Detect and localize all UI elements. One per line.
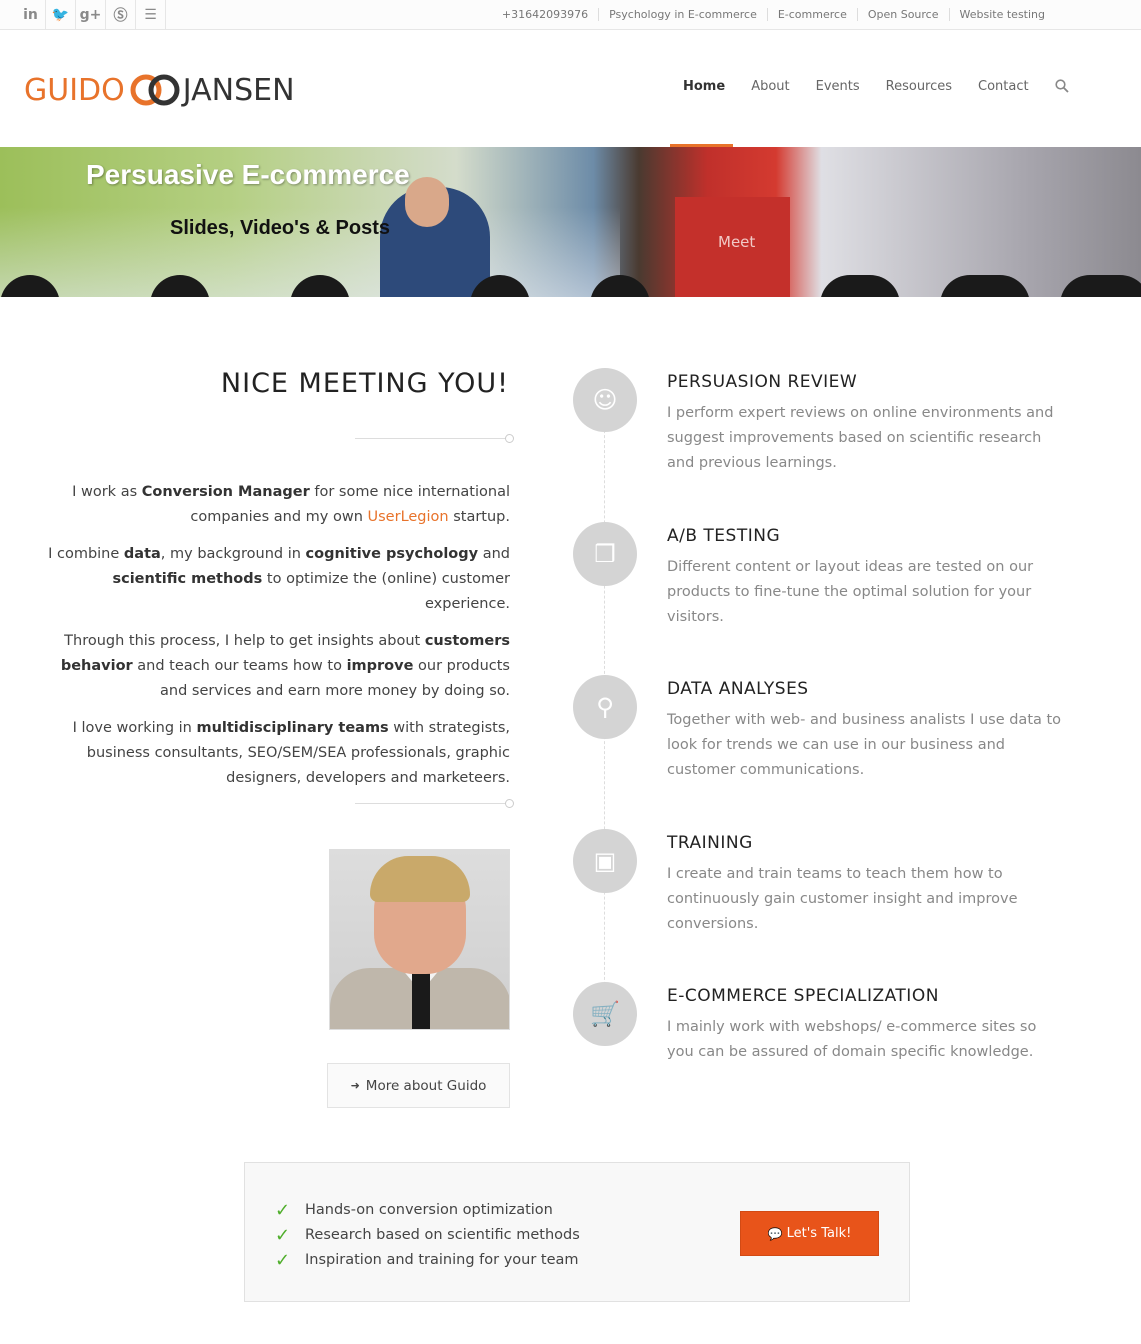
nav-about[interactable]: About bbox=[738, 79, 802, 97]
social-links: in 🐦 g+ Ⓢ ☰ bbox=[16, 0, 166, 29]
intro-paragraph-2: I combine data, my background in cogniti… bbox=[48, 546, 510, 612]
presentation-icon: ▣ bbox=[573, 829, 637, 893]
intro-paragraph-1: I work as Conversion Manager for some ni… bbox=[72, 484, 510, 525]
linkedin-icon[interactable]: in bbox=[16, 0, 46, 29]
checkmark-icon: ✓ bbox=[275, 1250, 291, 1271]
checkmark-icon: ✓ bbox=[275, 1200, 291, 1221]
intro-text: I work as Conversion Manager for some ni… bbox=[40, 480, 510, 803]
lets-talk-label: Let's Talk! bbox=[786, 1226, 852, 1241]
feature-title: TRAINING bbox=[667, 833, 753, 853]
top-links: +31642093976 Psychology in E-commerce E-… bbox=[492, 8, 1055, 21]
banner-title: Persuasive E-commerce bbox=[86, 159, 410, 190]
feature-text: I create and train teams to teach them h… bbox=[667, 866, 1018, 932]
feature-text: Different content or layout ideas are te… bbox=[667, 559, 1034, 625]
list-item: ✓ Research based on scientific methods bbox=[275, 1225, 580, 1246]
separator bbox=[355, 799, 514, 808]
feature-title: PERSUASION REVIEW bbox=[667, 372, 858, 392]
list-item: ✓ Inspiration and training for your team bbox=[275, 1250, 579, 1271]
logo-text-right: JANSEN bbox=[182, 72, 295, 108]
analytics-icon: ⚲ bbox=[573, 675, 637, 739]
top-bar: in 🐦 g+ Ⓢ ☰ +31642093976 Psychology in E… bbox=[0, 0, 1141, 30]
nav-resources[interactable]: Resources bbox=[873, 79, 965, 97]
intro-paragraph-4: I love working in multidisciplinary team… bbox=[72, 720, 510, 786]
phone-number: +31642093976 bbox=[501, 8, 589, 21]
separator bbox=[355, 434, 514, 443]
logo-mark-icon bbox=[130, 74, 180, 106]
more-about-label: More about Guido bbox=[365, 1077, 487, 1094]
rss-icon[interactable]: ☰ bbox=[136, 0, 166, 29]
feature-title: A/B TESTING bbox=[667, 526, 781, 546]
toplink-website-testing[interactable]: Website testing bbox=[948, 8, 1055, 21]
search-icon[interactable] bbox=[1042, 79, 1082, 97]
userlegion-link[interactable]: UserLegion bbox=[368, 509, 449, 525]
nav-contact[interactable]: Contact bbox=[965, 79, 1042, 97]
logo-text-left: GUIDO bbox=[24, 72, 125, 108]
benefits-list: ✓ Hands-on conversion optimization ✓ Resea… bbox=[275, 1198, 580, 1273]
feature-title: E-COMMERCE SPECIALIZATION bbox=[667, 986, 939, 1006]
more-about-button[interactable]: ➜ More about Guido bbox=[327, 1063, 510, 1108]
feature-text: I mainly work with webshops/ e-commerce … bbox=[667, 1019, 1037, 1060]
hero-banner[interactable]: Meet Persuasive E-commerce Slides, Video… bbox=[0, 147, 1141, 297]
nav-home[interactable]: Home bbox=[670, 79, 738, 97]
list-item: ✓ Hands-on conversion optimization bbox=[275, 1200, 553, 1221]
intro-title: NICE MEETING YOU! bbox=[220, 368, 509, 399]
toplink-psychology[interactable]: Psychology in E-commerce bbox=[598, 8, 767, 21]
chat-bubbles-icon: 💬 bbox=[767, 1226, 783, 1241]
nav-events[interactable]: Events bbox=[803, 79, 873, 97]
toplink-open-source[interactable]: Open Source bbox=[856, 8, 949, 21]
arrow-right-icon: ➜ bbox=[350, 1079, 360, 1092]
profile-photo bbox=[329, 849, 510, 1030]
banner-subtitle: Slides, Video's & Posts bbox=[170, 217, 391, 239]
twitter-icon[interactable]: 🐦 bbox=[46, 0, 76, 29]
intro-paragraph-3: Through this process, I help to get insi… bbox=[60, 633, 510, 699]
google-plus-icon[interactable]: g+ bbox=[76, 0, 106, 29]
checkmark-icon: ✓ bbox=[275, 1225, 291, 1246]
lets-talk-button[interactable]: 💬 Let's Talk! bbox=[740, 1211, 879, 1256]
brain-head-icon: ☺ bbox=[573, 368, 637, 432]
site-logo[interactable]: GUIDO JANSEN bbox=[24, 70, 295, 110]
banner-sign-text: Meet bbox=[718, 233, 756, 251]
toplink-ecommerce[interactable]: E-commerce bbox=[766, 8, 857, 21]
layers-icon: ❒ bbox=[573, 522, 637, 586]
feature-title: DATA ANALYSES bbox=[667, 679, 809, 699]
cta-box: ✓ Hands-on conversion optimization ✓ Resea… bbox=[244, 1162, 910, 1302]
cart-icon: 🛒 bbox=[573, 982, 637, 1046]
feature-text: I perform expert reviews on online envir… bbox=[667, 405, 1054, 471]
feature-text: Together with web- and business analists… bbox=[667, 712, 1062, 778]
main-nav: Home About Events Resources Contact bbox=[670, 79, 1082, 97]
skype-icon[interactable]: Ⓢ bbox=[106, 0, 136, 29]
